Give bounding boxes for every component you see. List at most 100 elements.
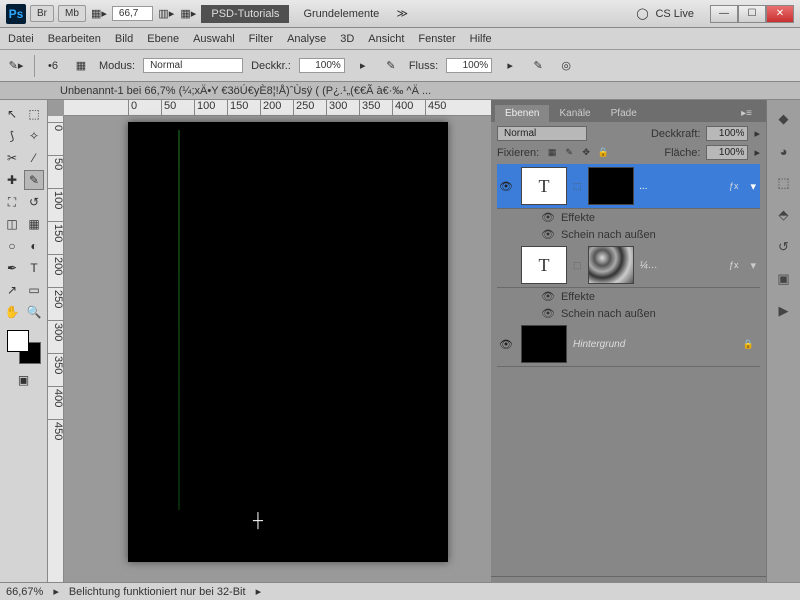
flaeche-input[interactable] (706, 145, 748, 160)
visibility-icon[interactable]: 👁 (497, 338, 515, 351)
brush-tool[interactable]: ✎ (24, 170, 44, 190)
screen-mode-icon[interactable]: ▦▸ (90, 5, 108, 23)
lock-position-icon[interactable]: ✥ (579, 146, 593, 160)
minimize-button[interactable]: — (710, 5, 738, 23)
outer-glow-row[interactable]: 👁Schein nach außen (497, 226, 760, 243)
visibility-icon[interactable]: 👁 (497, 180, 515, 193)
lock-image-icon[interactable]: ✎ (562, 146, 576, 160)
deckkr-arrow-icon[interactable]: ▸ (353, 56, 373, 76)
color-swatch[interactable] (7, 330, 41, 364)
collapse-icon[interactable]: ▾ (750, 180, 756, 193)
lock-transparency-icon[interactable]: ▦ (545, 146, 559, 160)
stamp-tool[interactable]: ⛶ (2, 192, 22, 212)
hand-tool[interactable]: ✋ (2, 302, 22, 322)
effects-row[interactable]: 👁Effekte (497, 288, 760, 305)
canvas[interactable]: ┼ (128, 122, 448, 562)
dock-swatches-icon[interactable]: ⬚ (773, 172, 795, 194)
dock-history-icon[interactable]: ↺ (773, 236, 795, 258)
crop-tool[interactable]: ✂ (2, 148, 22, 168)
arrow-icon[interactable]: ▸ (754, 146, 760, 159)
layer-row[interactable]: 👁 Hintergrund 🔒 (497, 322, 760, 367)
link-icon[interactable]: ⬚ (573, 260, 582, 271)
brush-panel-icon[interactable]: ▦ (71, 56, 91, 76)
layer-name[interactable]: ... (640, 181, 648, 192)
status-zoom[interactable]: 66,67% (6, 586, 43, 598)
history-brush-tool[interactable]: ↺ (24, 192, 44, 212)
airbrush-icon[interactable]: ✎ (528, 56, 548, 76)
fx-badge[interactable]: ƒx (729, 181, 739, 191)
shape-tool[interactable]: ▭ (24, 280, 44, 300)
menu-auswahl[interactable]: Auswahl (193, 33, 235, 45)
menu-filter[interactable]: Filter (249, 33, 273, 45)
heal-tool[interactable]: ✚ (2, 170, 22, 190)
menu-bild[interactable]: Bild (115, 33, 133, 45)
extras-icon[interactable]: ▦▸ (179, 5, 197, 23)
status-arrow-icon[interactable]: ▸ (256, 585, 262, 598)
menu-ansicht[interactable]: Ansicht (368, 33, 404, 45)
layer-thumbnail[interactable] (521, 325, 567, 363)
layer-name[interactable]: Hintergrund (573, 339, 625, 350)
dock-actions-icon[interactable]: ▣ (773, 268, 795, 290)
menu-datei[interactable]: Datei (8, 33, 34, 45)
collapse-icon[interactable]: ▾ (750, 259, 756, 272)
visibility-icon[interactable]: 👁 (541, 290, 555, 303)
menu-ebene[interactable]: Ebene (147, 33, 179, 45)
dodge-tool[interactable]: ◐ (24, 236, 44, 256)
cslive-label[interactable]: CS Live (655, 8, 694, 20)
menu-hilfe[interactable]: Hilfe (470, 33, 492, 45)
arrange-icon[interactable]: ▥▸ (157, 5, 175, 23)
deckkraft-input[interactable] (706, 126, 748, 141)
foreground-color[interactable] (7, 330, 29, 352)
bridge-button[interactable]: Br (30, 5, 54, 22)
layer-thumbnail[interactable]: T (521, 246, 567, 284)
arrow-icon[interactable]: ▸ (754, 127, 760, 140)
dock-layers-icon[interactable]: ◆ (773, 108, 795, 130)
status-arrow-icon[interactable]: ▸ (53, 585, 59, 598)
fluss-input[interactable] (446, 58, 492, 73)
lasso-tool[interactable]: ⟆ (2, 126, 22, 146)
move-tool[interactable]: ↖ (2, 104, 22, 124)
dock-adjustments-icon[interactable]: ⬘ (773, 204, 795, 226)
blend-mode-select[interactable]: Normal (497, 126, 587, 141)
tool-preset-icon[interactable]: ✎▸ (6, 56, 26, 76)
dock-info-icon[interactable]: ▶ (773, 300, 795, 322)
eyedropper-tool[interactable]: ⁄ (24, 148, 44, 168)
lock-all-icon[interactable]: 🔒 (596, 146, 610, 160)
type-tool[interactable]: T (24, 258, 44, 278)
path-select-tool[interactable]: ↗ (2, 280, 22, 300)
zoom-tool[interactable]: 🔍 (24, 302, 44, 322)
tab-ebenen[interactable]: Ebenen (495, 105, 549, 122)
dock-color-icon[interactable]: ◕ (773, 140, 795, 162)
close-button[interactable]: ✕ (766, 5, 794, 23)
tablet-pressure-size-icon[interactable]: ◎ (556, 56, 576, 76)
marquee-tool[interactable]: ⬚ (24, 104, 44, 124)
eraser-tool[interactable]: ◫ (2, 214, 22, 234)
tab-pfade[interactable]: Pfade (601, 105, 647, 122)
visibility-icon[interactable]: 👁 (541, 228, 555, 241)
minibridge-button[interactable]: Mb (58, 5, 86, 22)
zoom-dropdown[interactable]: 66,7 (112, 6, 153, 21)
layer-mask-thumbnail[interactable] (588, 246, 634, 284)
layer-mask-thumbnail[interactable] (588, 167, 634, 205)
blur-tool[interactable]: ○ (2, 236, 22, 256)
panel-menu-icon[interactable]: ▸≡ (731, 105, 762, 122)
more-workspaces-icon[interactable]: ≫ (393, 5, 411, 23)
quickmask-tool[interactable]: ▣ (14, 370, 34, 390)
layer-row[interactable]: T ⬚ ¼… ƒx ▾ (497, 243, 760, 288)
maximize-button[interactable]: ☐ (738, 5, 766, 23)
menu-3d[interactable]: 3D (340, 33, 354, 45)
deckkr-input[interactable] (299, 58, 345, 73)
tablet-pressure-opacity-icon[interactable]: ✎ (381, 56, 401, 76)
fluss-arrow-icon[interactable]: ▸ (500, 56, 520, 76)
layer-name[interactable]: ¼… (640, 260, 658, 271)
gradient-tool[interactable]: ▦ (24, 214, 44, 234)
wand-tool[interactable]: ✧ (24, 126, 44, 146)
fx-badge[interactable]: ƒx (729, 260, 739, 270)
cslive-icon[interactable]: ◯ (633, 5, 651, 23)
tab-kanaele[interactable]: Kanäle (549, 105, 600, 122)
outer-glow-row[interactable]: 👁Schein nach außen (497, 305, 760, 322)
menu-bearbeiten[interactable]: Bearbeiten (48, 33, 101, 45)
menu-analyse[interactable]: Analyse (287, 33, 326, 45)
workspace-psd-tutorials[interactable]: PSD-Tutorials (201, 5, 289, 23)
link-icon[interactable]: ⬚ (573, 181, 582, 192)
